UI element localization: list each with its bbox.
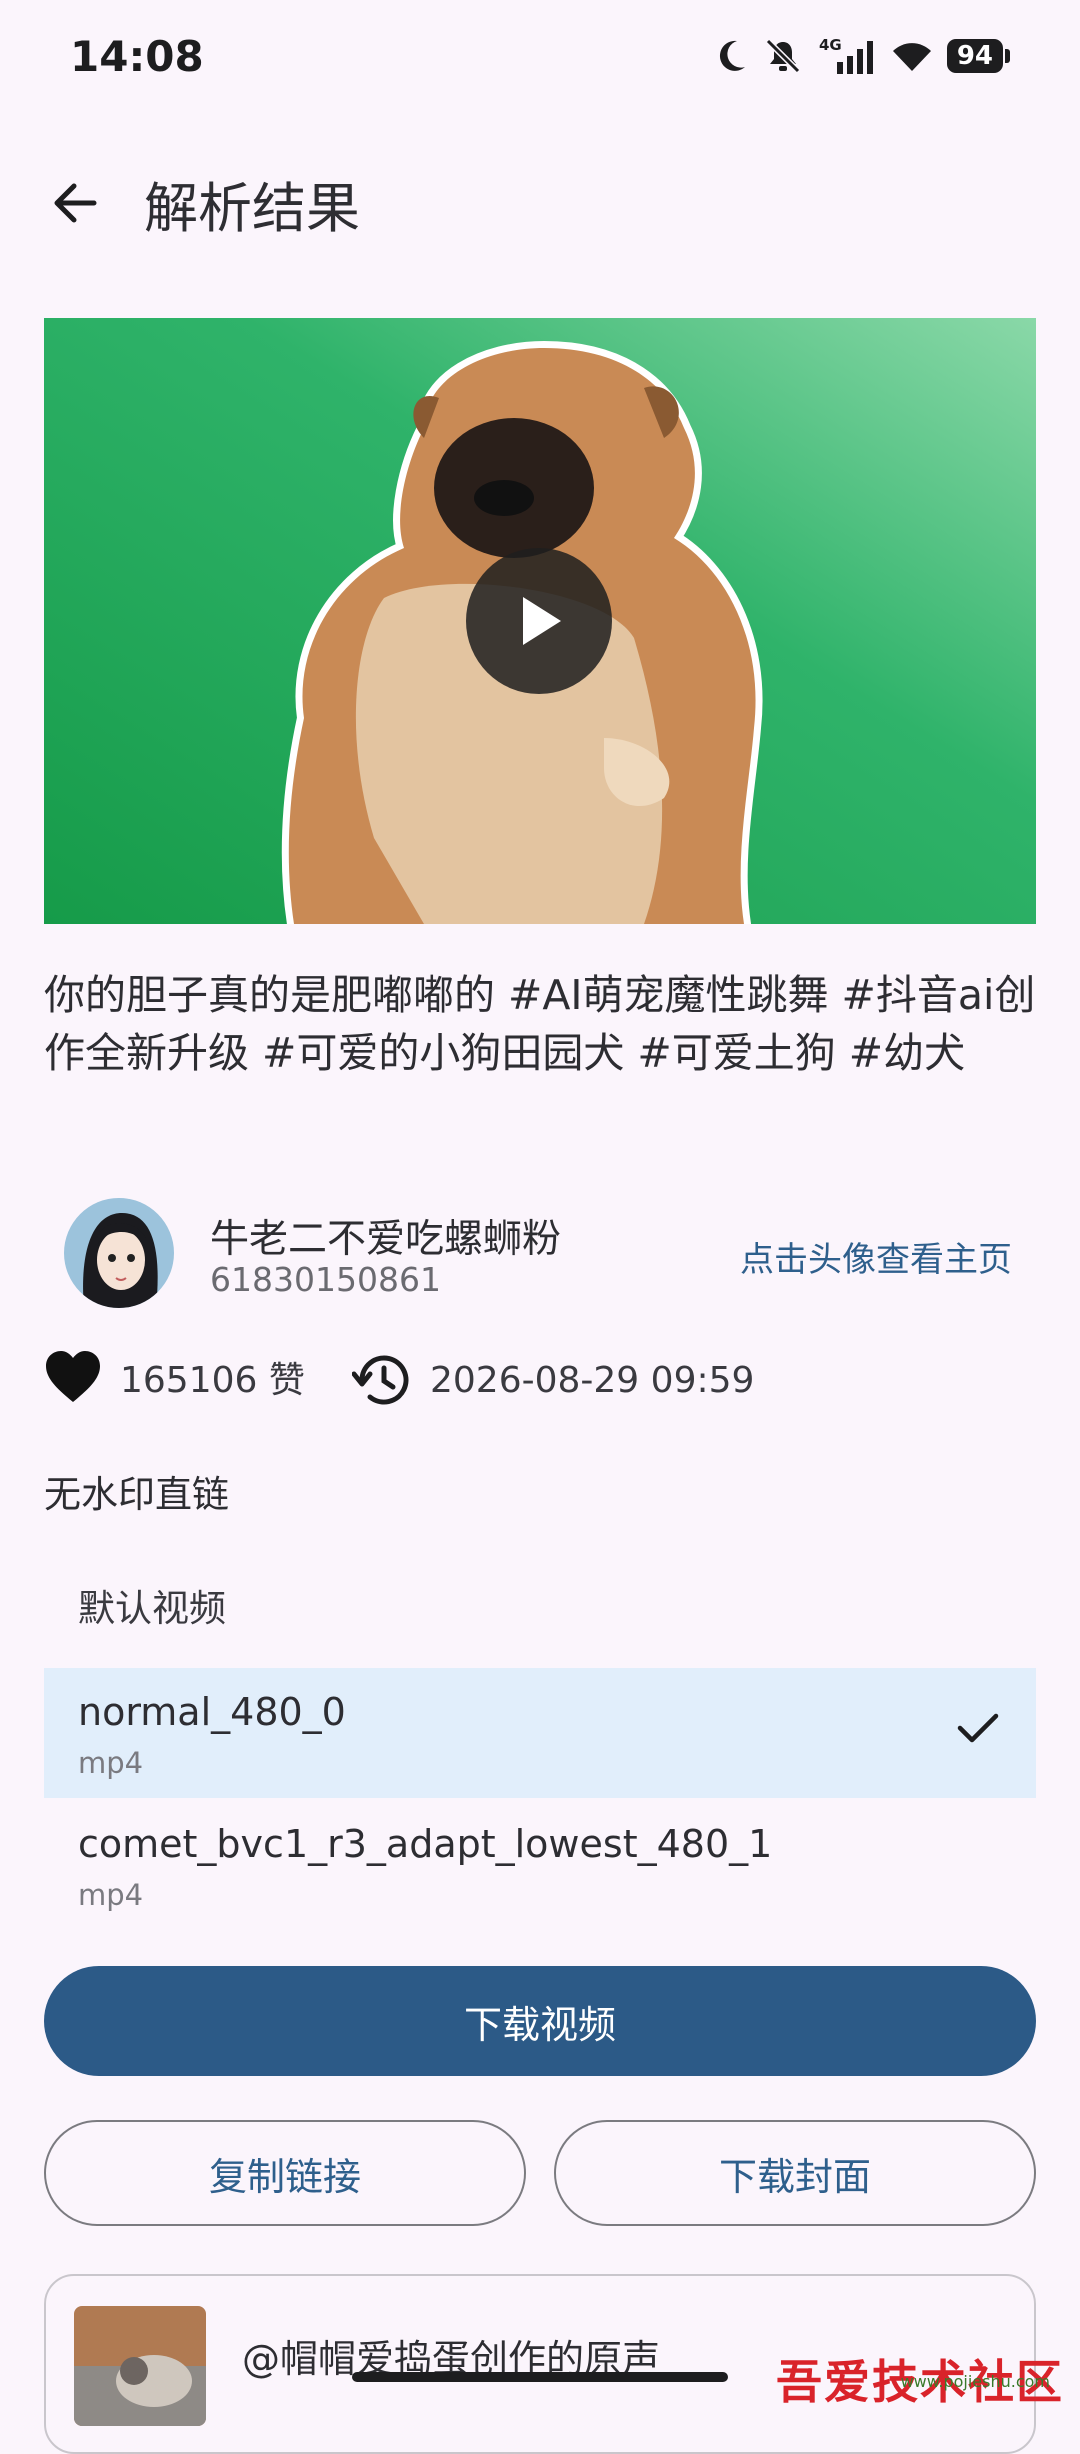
network-type: 4G — [819, 36, 842, 54]
avatar-image — [64, 1198, 174, 1308]
moon-icon — [719, 40, 745, 71]
arrow-left-icon — [54, 183, 97, 223]
format-ext: mp4 — [78, 1878, 144, 1912]
page-title: 解析结果 — [144, 177, 360, 240]
likes-stat: 165106 赞 — [44, 1350, 305, 1404]
author-name: 牛老二不爱吃螺蛳粉 — [210, 1217, 562, 1262]
status-bar: 14:08 4G 94 — [0, 0, 1080, 120]
format-option[interactable]: comet_bvc1_r3_adapt_lowest_480_1 mp4 — [44, 1800, 1036, 1930]
play-button[interactable] — [466, 548, 612, 694]
likes-count: 165106 赞 — [120, 1360, 305, 1401]
wifi-icon — [892, 43, 931, 71]
signal-icon: 4G — [819, 36, 873, 74]
format-option-selected[interactable]: normal_480_0 mp4 — [44, 1668, 1036, 1798]
publish-time: 2026-08-29 09:59 — [430, 1359, 755, 1401]
section-title-direct-links: 无水印直链 — [44, 1473, 229, 1516]
quality-label: 默认视频 — [78, 1587, 226, 1630]
video-description: 你的胆子真的是肥嘟嘟的 #AI萌宠魔性跳舞 #抖音ai创作全新升级 #可爱的小狗… — [44, 971, 1036, 1077]
app-bar: 解析结果 — [0, 140, 1080, 260]
format-name: comet_bvc1_r3_adapt_lowest_480_1 — [78, 1822, 773, 1866]
play-icon — [523, 597, 561, 645]
history-icon — [352, 1355, 409, 1405]
check-icon — [957, 1713, 999, 1743]
home-indicator[interactable] — [352, 2372, 728, 2382]
heart-icon — [46, 1351, 100, 1402]
mute-bell-icon — [765, 38, 800, 74]
battery-level: 94 — [946, 39, 1003, 73]
back-button[interactable] — [40, 168, 110, 238]
publish-time-stat: 2026-08-29 09:59 — [352, 1350, 754, 1410]
download-cover-button[interactable]: 下载封面 — [554, 2120, 1036, 2226]
status-icons: 4G 94 — [715, 36, 1010, 76]
watermark-url: www.pojieshu.com — [900, 2372, 1050, 2391]
stats-row: 165106 赞 2026-08-29 09:59 — [44, 1350, 1036, 1420]
author-row: 牛老二不爱吃螺蛳粉 61830150861 点击头像查看主页 — [44, 1192, 1036, 1312]
format-ext: mp4 — [78, 1746, 144, 1780]
music-thumbnail — [74, 2306, 206, 2426]
status-time: 14:08 — [70, 32, 204, 81]
download-video-button[interactable]: 下载视频 — [44, 1966, 1036, 2076]
author-avatar[interactable] — [64, 1198, 174, 1308]
video-cover[interactable] — [44, 318, 1036, 924]
format-name: normal_480_0 — [78, 1690, 346, 1734]
battery-icon: 94 — [946, 39, 1010, 73]
view-profile-link[interactable]: 点击头像查看主页 — [740, 1232, 1012, 1281]
copy-link-button[interactable]: 复制链接 — [44, 2120, 526, 2226]
author-id: 61830150861 — [210, 1260, 441, 1299]
